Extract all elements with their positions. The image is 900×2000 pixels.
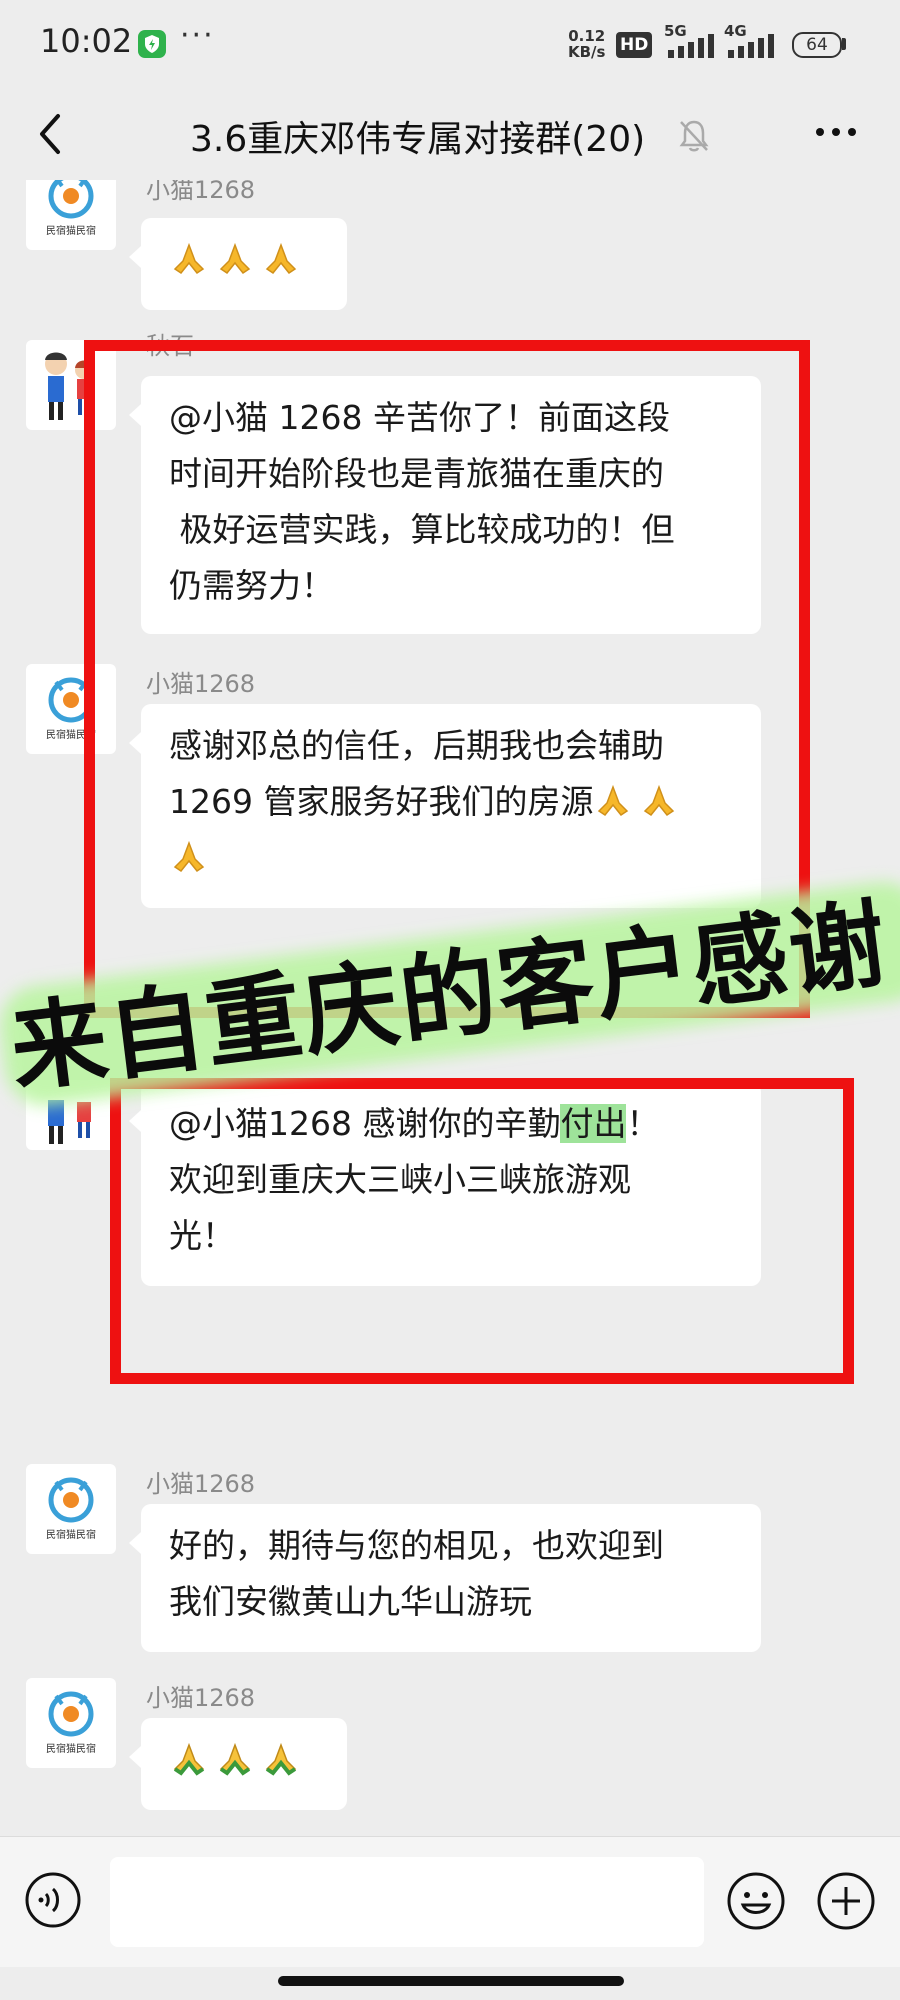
folded-hands-icon xyxy=(261,1739,301,1779)
folded-hands-icon xyxy=(169,239,209,279)
message-bubble[interactable]: 好的，期待与您的相见，也欢迎到 我们安徽黄山九华山游玩 xyxy=(129,1504,761,1652)
plus-icon[interactable] xyxy=(816,1871,876,1931)
composer-bar xyxy=(0,1836,900,1967)
shield-app-icon xyxy=(138,30,166,58)
svg-text:民宿猫民宿: 民宿猫民宿 xyxy=(46,1742,96,1755)
message-bubble[interactable] xyxy=(129,1718,347,1810)
emoji-icon[interactable] xyxy=(726,1871,786,1931)
message-bubble[interactable] xyxy=(129,218,347,310)
signal-4g-icon: 4G xyxy=(724,22,780,58)
more-dots-icon[interactable] xyxy=(808,112,864,152)
avatar-minsumao[interactable]: 民宿猫民宿 xyxy=(26,180,116,250)
status-more-icon: ··· xyxy=(180,18,215,53)
home-indicator[interactable] xyxy=(278,1976,624,1986)
battery-tip xyxy=(842,38,846,50)
message-line: 好的，期待与您的相见，也欢迎到 xyxy=(169,1526,664,1565)
hd-badge: HD xyxy=(616,32,653,58)
network-speed: 0.12 KB/s xyxy=(568,28,605,60)
folded-hands-icon xyxy=(169,1739,209,1779)
folded-hands-icon xyxy=(215,1739,255,1779)
folded-hands-icon xyxy=(215,239,255,279)
chat-header: 3.6重庆邓伟专属对接群(20) xyxy=(0,90,900,180)
status-bar: 10:02 ··· 0.12 KB/s HD 5G 4G 64 xyxy=(0,0,900,90)
avatar-minsumao[interactable]: 民宿猫民宿 xyxy=(26,1464,116,1554)
chevron-left-icon[interactable] xyxy=(28,106,72,162)
folded-hands-icon xyxy=(261,239,301,279)
sender-name: 小猫1268 xyxy=(146,1470,256,1498)
bell-off-icon xyxy=(676,116,712,156)
highlight-frame xyxy=(110,1078,854,1384)
message-input[interactable] xyxy=(110,1857,704,1947)
sender-name: 小猫1268 xyxy=(146,180,256,204)
svg-text:民宿猫民宿: 民宿猫民宿 xyxy=(46,224,96,237)
battery-icon: 64 xyxy=(792,32,842,58)
message-line: 我们安徽黄山九华山游玩 xyxy=(169,1582,532,1621)
chat-title: 3.6重庆邓伟专属对接群(20) xyxy=(190,119,646,160)
speed-value: 0.12 xyxy=(568,27,606,45)
signal-5g-icon: 5G xyxy=(664,22,720,58)
speed-unit: KB/s xyxy=(568,43,606,61)
avatar-minsumao[interactable]: 民宿猫民宿 xyxy=(26,1678,116,1768)
svg-text:民宿猫民宿: 民宿猫民宿 xyxy=(46,1528,96,1541)
sender-name: 小猫1268 xyxy=(146,1684,256,1712)
voice-input-icon[interactable] xyxy=(24,1871,82,1929)
status-time: 10:02 xyxy=(40,22,133,60)
